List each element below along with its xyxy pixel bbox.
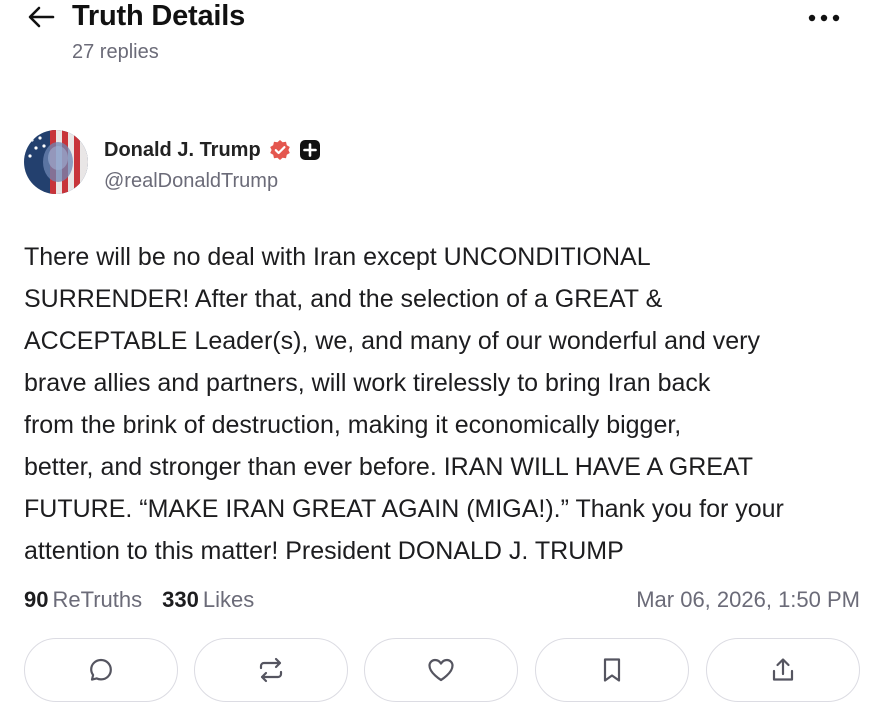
bookmark-button[interactable] — [535, 638, 689, 702]
retruths-count: 90 — [24, 587, 49, 612]
likes-count: 330 — [162, 587, 199, 612]
post-stats: 90 ReTruths 330 Likes Mar 06, 2026, 1:50… — [24, 584, 860, 616]
heart-icon — [428, 658, 454, 682]
comment-icon — [90, 658, 112, 681]
arrow-left-icon — [28, 6, 55, 28]
back-button[interactable] — [26, 4, 56, 30]
avatar[interactable] — [24, 130, 88, 194]
reply-button[interactable] — [24, 638, 178, 702]
likes-stat[interactable]: 330 Likes — [162, 587, 254, 613]
author-handle[interactable]: @realDonaldTrump — [104, 170, 278, 193]
more-horizontal-icon — [808, 14, 840, 22]
share-icon — [772, 658, 794, 681]
post-text: There will be no deal with Iran except U… — [24, 243, 784, 565]
retruths-label: ReTruths — [52, 587, 143, 612]
retruth-button[interactable] — [194, 638, 348, 702]
avatar-image — [24, 130, 88, 194]
page-title: Truth Details — [72, 0, 246, 32]
author-name[interactable]: Donald J. Trump — [104, 139, 261, 162]
plus-badge-icon — [299, 139, 321, 161]
reply-count: 27 replies — [72, 41, 159, 63]
repost-icon — [259, 657, 283, 683]
bookmark-icon — [603, 658, 621, 682]
share-button[interactable] — [706, 638, 860, 702]
like-button[interactable] — [364, 638, 518, 702]
post-timestamp: Mar 06, 2026, 1:50 PM — [636, 587, 860, 612]
verified-badge-icon — [269, 139, 291, 161]
retruths-stat[interactable]: 90 ReTruths — [24, 587, 142, 613]
author-name-row: Donald J. Trump — [104, 136, 321, 164]
likes-label: Likes — [202, 587, 255, 612]
more-options-button[interactable] — [806, 6, 842, 30]
page-header: Truth Details 27 replies — [0, 0, 880, 80]
